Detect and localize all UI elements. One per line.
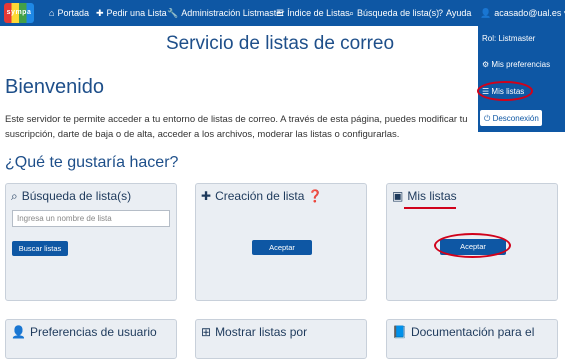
nav-help[interactable]: ? Ayuda [438, 0, 471, 26]
what-to-do-heading: ¿Qué te gustaría hacer? [5, 154, 179, 171]
sympa-logo[interactable]: sympa [4, 3, 34, 23]
annotation-underline-my-lists [404, 207, 456, 209]
dropdown-preferences[interactable]: ⚙ Mis preferencias [482, 60, 550, 69]
help-icon: ? [438, 8, 444, 18]
card-user-preferences: 👤 Preferencias de usuario [5, 319, 177, 359]
sitemap-icon: ⊞ [201, 325, 212, 339]
home-icon: ⌂ [49, 8, 55, 18]
card-show-lists-by: ⊞ Mostrar listas por [195, 319, 367, 359]
wrench-icon: 🔧 [167, 8, 179, 18]
search-lists-button[interactable]: Buscar listas [12, 241, 68, 256]
nav-request-list[interactable]: ✚ Pedir una Lista [96, 0, 167, 26]
plus-icon: ✚ [201, 189, 212, 203]
logout-button[interactable]: ⏻ Desconexión [479, 109, 543, 127]
nav-list-index[interactable]: ☰ Índice de Listas [276, 0, 350, 26]
card-title: ⊞ Mostrar listas por [201, 325, 308, 339]
search-icon: ⌕ [11, 189, 18, 203]
card-documentation: 📘 Documentación para el [386, 319, 558, 359]
search-icon: ⌕ [349, 8, 355, 18]
gear-icon: ⚙ [482, 60, 492, 69]
page-title: Servicio de listas de correo [165, 33, 395, 54]
card-title: ▣ Mis listas [392, 189, 457, 203]
create-list-accept-button[interactable]: Aceptar [252, 240, 312, 255]
card-search-lists: ⌕ Búsqueda de lista(s) Ingresa un nombre … [5, 183, 177, 301]
book-icon: 📘 [392, 325, 407, 339]
annotation-ellipse-my-lists [477, 81, 533, 101]
card-title: ✚ Creación de lista ❓ [201, 189, 323, 203]
card-create-list: ✚ Creación de lista ❓ Aceptar [195, 183, 367, 301]
power-icon: ⏻ [484, 114, 493, 123]
card-title: ⌕ Búsqueda de lista(s) [11, 189, 132, 203]
nav-user-menu[interactable]: 👤acasado@ual.es ▾ [480, 0, 565, 26]
card-title: 📘 Documentación para el [392, 325, 535, 339]
annotation-ellipse-accept [434, 233, 511, 258]
user-icon: 👤 [11, 325, 26, 339]
top-navbar: sympa ⌂ Portada ✚ Pedir una Lista 🔧 Adminis… [0, 0, 565, 26]
card-title: 👤 Preferencias de usuario [11, 325, 157, 339]
nav-home[interactable]: ⌂ Portada [49, 0, 89, 26]
list-icon: ☰ [276, 8, 285, 18]
welcome-heading: Bienvenido [5, 76, 104, 98]
user-icon: 👤 [480, 8, 492, 18]
caret-down-icon: ▾ [561, 8, 565, 18]
search-list-input[interactable]: Ingresa un nombre de lista [12, 210, 170, 227]
plus-icon: ✚ [96, 8, 104, 18]
intro-text: Este servidor te permite acceder a tu en… [5, 114, 468, 140]
nav-listmaster-admin[interactable]: 🔧 Administración Listmaster [167, 0, 284, 26]
list-box-icon: ▣ [392, 189, 404, 203]
nav-search-lists[interactable]: ⌕ Búsqueda de lista(s) [349, 0, 439, 26]
question-circle-icon[interactable]: ❓ [308, 189, 323, 203]
